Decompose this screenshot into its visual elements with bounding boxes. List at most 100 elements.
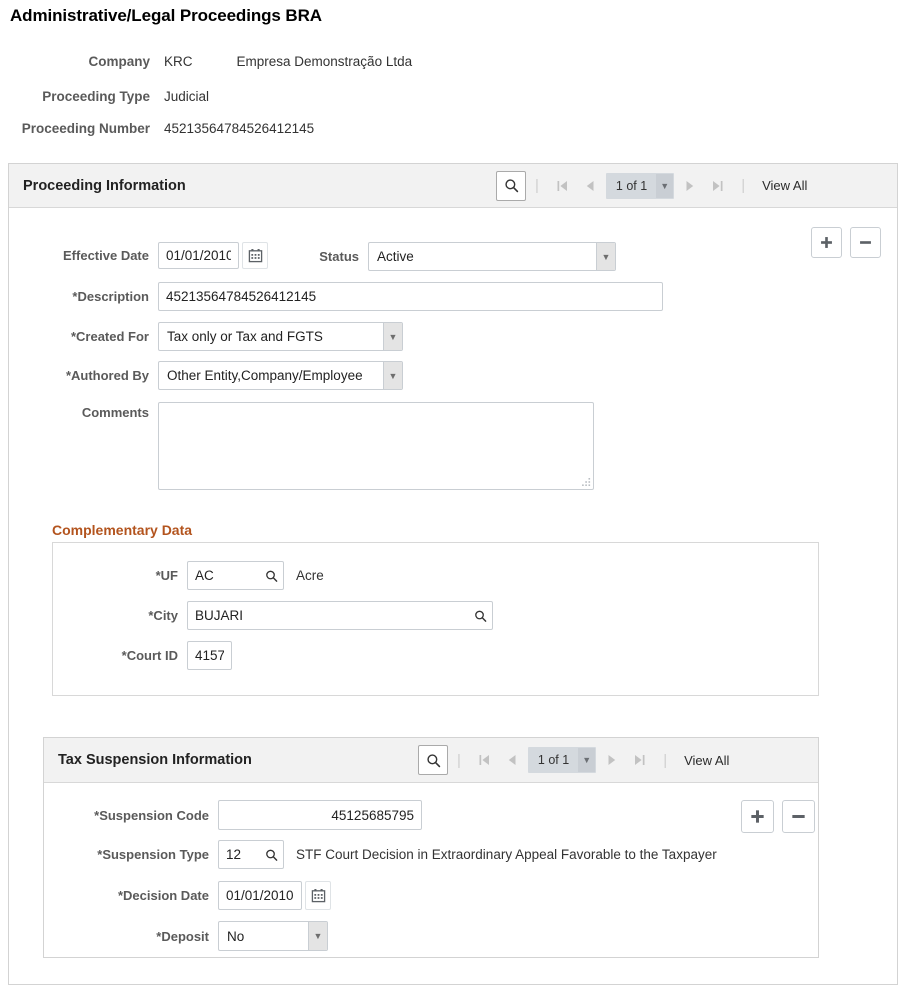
next-page-button[interactable]: [599, 754, 625, 766]
decision-date-row: *Decision Date: [44, 881, 331, 910]
proceeding-row-actions: [811, 227, 881, 258]
nav-divider-right: |: [663, 753, 667, 768]
previous-page-button[interactable]: [577, 180, 603, 192]
authored-by-select[interactable]: Other Entity,Company/Employee ▼: [158, 361, 403, 390]
effective-date-label: Effective Date: [9, 248, 149, 263]
next-page-icon: [686, 180, 694, 192]
decision-date-calendar-button[interactable]: [305, 881, 331, 910]
remove-row-button[interactable]: [850, 227, 881, 258]
proceeding-number-value: 45213564784526412145: [164, 121, 314, 136]
search-icon: [504, 178, 519, 193]
deposit-select[interactable]: No ▼: [218, 921, 328, 951]
add-row-button[interactable]: [811, 227, 842, 258]
decision-date-control: [218, 881, 331, 910]
city-lookup-button[interactable]: [474, 609, 487, 622]
chevron-down-icon[interactable]: ▼: [383, 362, 402, 389]
suspension-code-input[interactable]: [218, 800, 422, 830]
proceeding-information-nav: | 1 of 1 ▼: [496, 164, 807, 207]
suspension-type-lookup-button[interactable]: [265, 848, 278, 861]
view-all-button[interactable]: View All: [762, 178, 807, 193]
previous-page-button[interactable]: [499, 754, 525, 766]
last-page-icon: [634, 754, 645, 766]
previous-page-icon: [508, 754, 516, 766]
magnifier-icon: [265, 848, 278, 861]
court-id-control: [187, 641, 232, 670]
page-root: Administrative/Legal Proceedings BRA Com…: [0, 0, 908, 998]
court-id-input[interactable]: [187, 641, 232, 670]
court-id-row: *Court ID: [53, 641, 232, 670]
tax-suspension-title: Tax Suspension Information: [58, 752, 252, 768]
calendar-icon: [248, 248, 263, 263]
uf-label: *UF: [53, 568, 178, 583]
city-control: [187, 601, 493, 630]
magnifier-icon: [474, 609, 487, 622]
view-all-button[interactable]: View All: [684, 753, 729, 768]
search-button[interactable]: [418, 745, 448, 775]
uf-control: Acre: [187, 561, 324, 590]
uf-lookup-button[interactable]: [265, 569, 278, 582]
last-page-icon: [712, 180, 723, 192]
comments-row: Comments: [9, 402, 594, 490]
chevron-down-icon[interactable]: ▼: [656, 174, 673, 198]
description-label: *Description: [9, 289, 149, 304]
suspension-type-row: *Suspension Type STF Court Decision in E…: [44, 840, 717, 869]
deposit-control: No ▼: [218, 921, 328, 951]
decision-date-input[interactable]: [218, 881, 302, 910]
plus-icon: [819, 235, 834, 250]
page-counter[interactable]: 1 of 1 ▼: [606, 173, 674, 199]
created-for-control: Tax only or Tax and FGTS ▼: [158, 322, 403, 351]
created-for-row: *Created For Tax only or Tax and FGTS ▼: [9, 322, 403, 351]
authored-by-row: *Authored By Other Entity,Company/Employ…: [9, 361, 403, 390]
complementary-data-group: *UF Acre *City: [52, 542, 819, 696]
uf-description: Acre: [296, 568, 324, 583]
authored-by-select-value: Other Entity,Company/Employee: [159, 368, 383, 383]
page-counter[interactable]: 1 of 1 ▼: [528, 747, 596, 773]
page-counter-text: 1 of 1: [607, 179, 656, 193]
calendar-icon: [311, 888, 326, 903]
suspension-code-control: [218, 800, 422, 830]
created-for-select[interactable]: Tax only or Tax and FGTS ▼: [158, 322, 403, 351]
search-icon: [426, 753, 441, 768]
remove-row-button[interactable]: [782, 800, 815, 833]
suspension-type-control: STF Court Decision in Extraordinary Appe…: [218, 840, 717, 869]
effective-date-input[interactable]: [158, 242, 239, 269]
last-page-button[interactable]: [625, 754, 654, 766]
description-input[interactable]: [158, 282, 663, 311]
next-page-icon: [608, 754, 616, 766]
city-label: *City: [53, 608, 178, 623]
authored-by-control: Other Entity,Company/Employee ▼: [158, 361, 403, 390]
minus-icon: [858, 235, 873, 250]
first-page-icon: [557, 180, 568, 192]
comments-label: Comments: [9, 402, 149, 420]
page-counter-text: 1 of 1: [529, 753, 578, 767]
chevron-down-icon[interactable]: ▼: [308, 922, 327, 950]
description-control: [158, 282, 663, 311]
decision-date-label: *Decision Date: [44, 888, 209, 903]
city-input[interactable]: [187, 601, 493, 630]
chevron-down-icon[interactable]: ▼: [383, 323, 402, 350]
first-page-icon: [479, 754, 490, 766]
add-row-button[interactable]: [741, 800, 774, 833]
search-button[interactable]: [496, 171, 526, 201]
tax-suspension-row-actions: [741, 800, 815, 833]
created-for-select-value: Tax only or Tax and FGTS: [159, 329, 383, 344]
deposit-row: *Deposit No ▼: [44, 921, 328, 951]
proceeding-number-row: Proceeding Number 45213564784526412145: [0, 121, 314, 136]
last-page-button[interactable]: [703, 180, 732, 192]
court-id-label: *Court ID: [53, 648, 178, 663]
status-select-value: Active: [369, 249, 596, 264]
chevron-down-icon[interactable]: ▼: [596, 243, 615, 270]
proceeding-information-header: Proceeding Information |: [9, 164, 897, 208]
comments-textarea[interactable]: [158, 402, 594, 490]
effective-date-calendar-button[interactable]: [242, 242, 268, 269]
created-for-label: *Created For: [9, 329, 149, 344]
description-row: *Description: [9, 282, 663, 311]
status-select[interactable]: Active ▼: [368, 242, 616, 271]
suspension-code-row: *Suspension Code: [44, 800, 422, 830]
chevron-down-icon[interactable]: ▼: [578, 748, 595, 772]
next-page-button[interactable]: [677, 180, 703, 192]
proceeding-information-title: Proceeding Information: [23, 178, 186, 194]
first-page-button[interactable]: [548, 180, 577, 192]
company-name-value: Empresa Demonstração Ltda: [237, 54, 413, 69]
first-page-button[interactable]: [470, 754, 499, 766]
